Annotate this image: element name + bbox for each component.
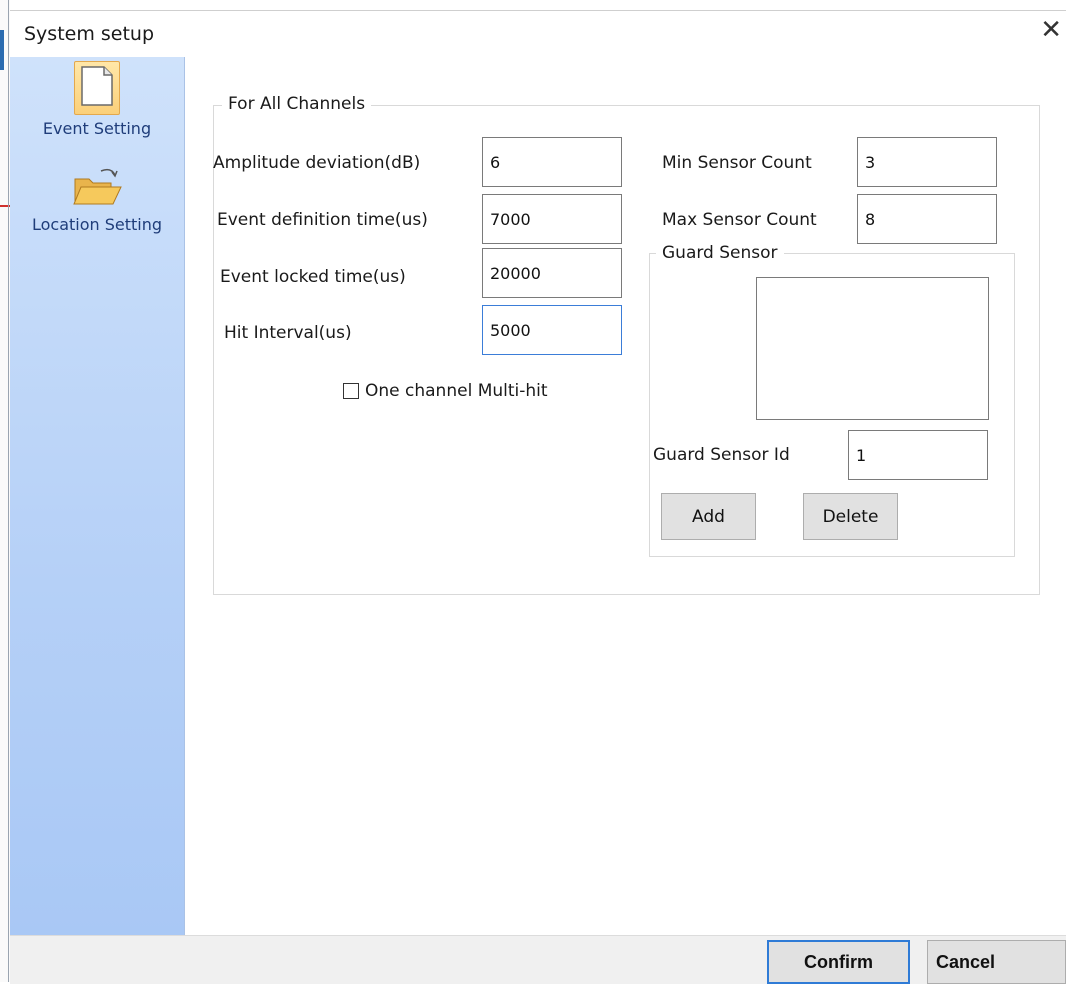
- checkbox-box[interactable]: [343, 383, 359, 399]
- sidebar-item-label: Event Setting: [42, 119, 152, 138]
- hit-interval-label: Hit Interval(us): [224, 323, 352, 343]
- hit-interval-input[interactable]: [482, 305, 622, 355]
- event-locked-time-input[interactable]: [482, 248, 622, 298]
- background-window-edge: [0, 0, 10, 982]
- guard-sensor-id-input[interactable]: [848, 430, 988, 480]
- checkbox-label: One channel Multi-hit: [365, 381, 548, 401]
- window-border: [8, 0, 9, 982]
- guard-sensor-list[interactable]: [756, 277, 989, 420]
- max-sensor-count-input[interactable]: [857, 194, 997, 244]
- group-legend: Guard Sensor: [656, 243, 784, 263]
- close-icon[interactable]: ✕: [1040, 17, 1062, 43]
- event-definition-time-label: Event definition time(us): [217, 210, 428, 230]
- background-accent: [0, 30, 4, 70]
- min-sensor-count-label: Min Sensor Count: [662, 153, 812, 173]
- system-setup-dialog: System setup ✕ Event Setting Location Se…: [10, 10, 1066, 984]
- sidebar-item-label: Location Setting: [31, 215, 163, 234]
- event-definition-time-input[interactable]: [482, 194, 622, 244]
- amplitude-deviation-input[interactable]: [482, 137, 622, 187]
- selected-highlight: [74, 61, 120, 115]
- open-folder-icon: [71, 167, 123, 211]
- max-sensor-count-label: Max Sensor Count: [662, 210, 817, 230]
- confirm-button[interactable]: Confirm: [767, 940, 910, 984]
- cancel-button[interactable]: Cancel: [927, 940, 1066, 984]
- document-icon: [80, 65, 114, 111]
- main-content: For All Channels Amplitude deviation(dB)…: [185, 57, 1066, 935]
- sidebar-item-event-setting[interactable]: Event Setting: [10, 61, 184, 138]
- one-channel-multihit-checkbox[interactable]: One channel Multi-hit: [343, 381, 548, 401]
- sidebar-item-location-setting[interactable]: Location Setting: [10, 167, 184, 234]
- group-legend: For All Channels: [222, 94, 372, 114]
- event-locked-time-label: Event locked time(us): [220, 267, 406, 287]
- min-sensor-count-input[interactable]: [857, 137, 997, 187]
- guard-sensor-id-label: Guard Sensor Id: [653, 445, 790, 465]
- sidebar: Event Setting Location Setting: [10, 57, 185, 935]
- amplitude-deviation-label: Amplitude deviation(dB): [213, 153, 421, 173]
- dialog-title: System setup: [24, 23, 155, 45]
- delete-button[interactable]: Delete: [803, 493, 898, 540]
- dialog-footer: Confirm Cancel: [10, 935, 1066, 984]
- add-button[interactable]: Add: [661, 493, 756, 540]
